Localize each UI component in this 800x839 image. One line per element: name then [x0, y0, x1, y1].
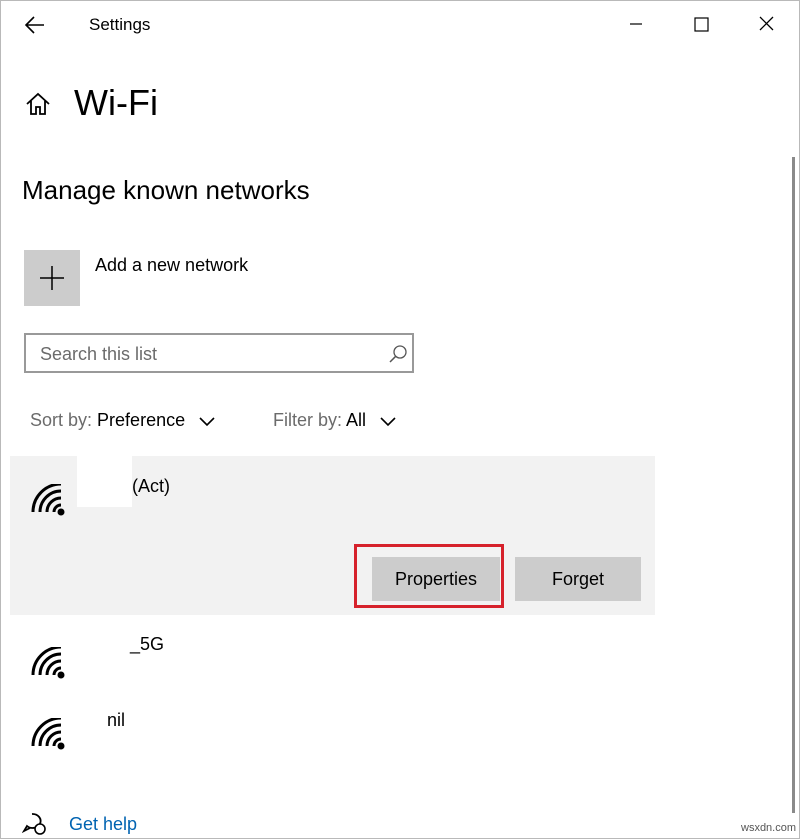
- watermark: wsxdn.com: [741, 822, 797, 834]
- title-bar: Settings: [0, 0, 800, 50]
- section-title: Manage known networks: [22, 175, 310, 205]
- forget-button[interactable]: Forget: [515, 557, 641, 601]
- wifi-icon: [31, 484, 65, 516]
- network-name: (Act): [132, 476, 170, 496]
- search-icon[interactable]: [388, 344, 408, 364]
- close-icon: [759, 16, 774, 31]
- search-input[interactable]: [40, 342, 370, 366]
- properties-button[interactable]: Properties: [372, 557, 500, 601]
- search-box[interactable]: [24, 333, 414, 373]
- maximize-icon: [694, 17, 709, 32]
- maximize-button[interactable]: [679, 6, 723, 42]
- network-name: nil: [107, 710, 126, 730]
- chevron-down-icon: [380, 417, 396, 427]
- minimize-button[interactable]: [614, 6, 658, 42]
- minimize-icon: [630, 23, 642, 25]
- scrollbar[interactable]: [792, 157, 795, 813]
- filter-dropdown[interactable]: Filter by: All: [273, 410, 397, 431]
- wifi-icon: [31, 647, 65, 679]
- back-arrow-icon: [24, 16, 44, 34]
- window-title: Settings: [89, 15, 151, 34]
- add-network-button[interactable]: [24, 250, 80, 306]
- help-icon: [22, 813, 46, 835]
- filter-value: All: [346, 410, 367, 430]
- chevron-down-icon: [199, 417, 215, 427]
- network-item-selected[interactable]: (Act) Properties Forget: [10, 456, 655, 615]
- filter-label: Filter by:: [273, 410, 343, 430]
- back-button[interactable]: [18, 8, 54, 42]
- network-item[interactable]: nil: [10, 700, 655, 770]
- wifi-icon: [31, 718, 65, 750]
- get-help-link[interactable]: Get help: [69, 814, 137, 835]
- plus-icon: [40, 266, 64, 290]
- network-name: _5G: [130, 634, 165, 654]
- home-icon[interactable]: [24, 90, 52, 118]
- sort-label: Sort by:: [30, 410, 93, 430]
- network-item[interactable]: _5G: [10, 625, 655, 695]
- sort-dropdown[interactable]: Sort by: Preference: [30, 410, 216, 431]
- add-network-label[interactable]: Add a new network: [95, 255, 248, 276]
- close-button[interactable]: [744, 6, 788, 42]
- page-title: Wi-Fi: [74, 82, 158, 123]
- sort-value: Preference: [97, 410, 186, 430]
- redacted-ssid: [77, 456, 132, 507]
